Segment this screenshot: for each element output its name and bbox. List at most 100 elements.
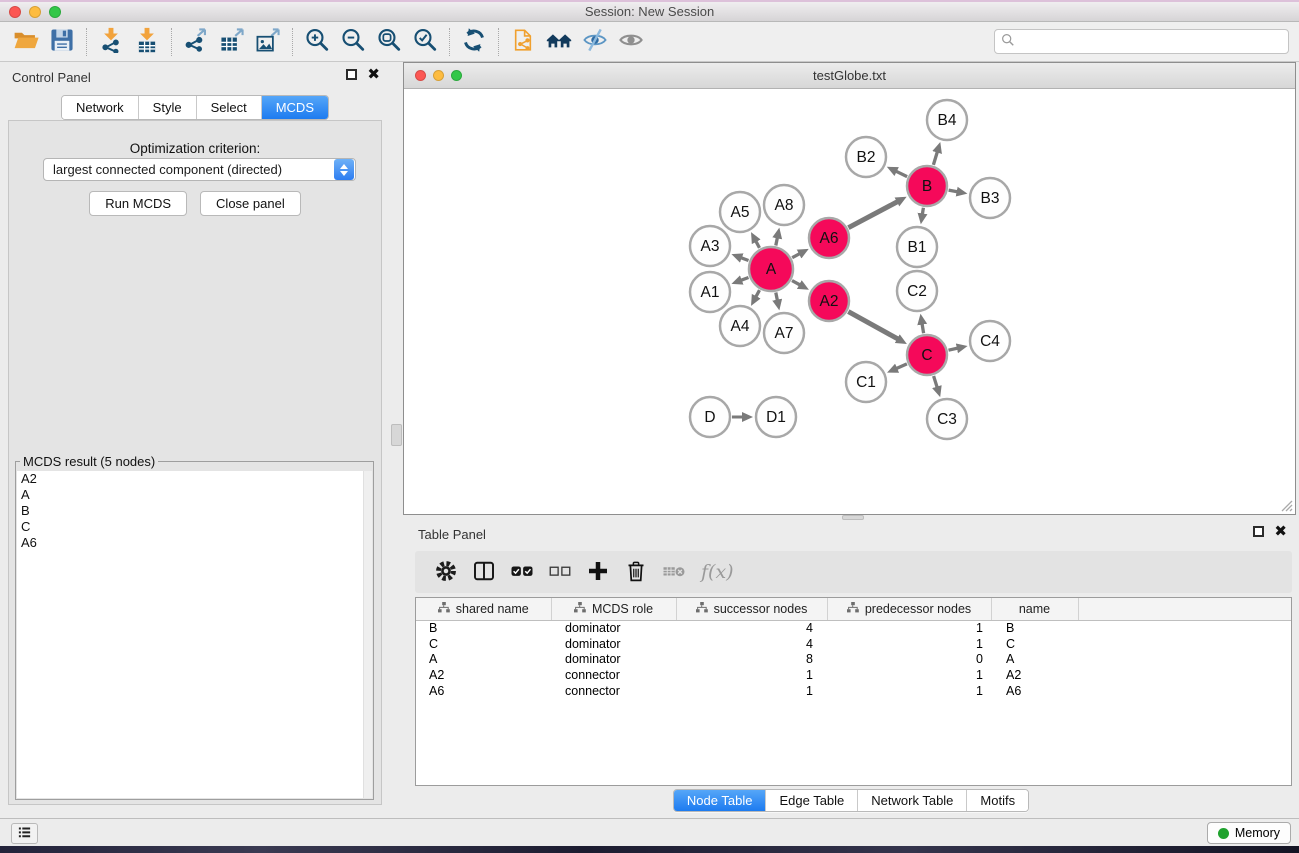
- function-builder-button[interactable]: f(x): [701, 561, 734, 583]
- deselect-all-button[interactable]: [543, 556, 576, 588]
- table-cell[interactable]: connector: [551, 683, 676, 699]
- add-column-button[interactable]: [581, 556, 614, 588]
- delete-table-button-disabled[interactable]: [657, 556, 690, 588]
- search-box[interactable]: [994, 29, 1289, 54]
- table-settings-button[interactable]: [429, 556, 462, 588]
- graph-edge[interactable]: [792, 281, 801, 286]
- table-cell[interactable]: A2: [416, 667, 551, 683]
- hide-graphics-button[interactable]: [577, 26, 613, 58]
- graph-edge[interactable]: [934, 376, 938, 389]
- table-cell[interactable]: B: [416, 620, 551, 636]
- table-cell[interactable]: dominator: [551, 636, 676, 652]
- float-panel-icon[interactable]: [346, 69, 357, 80]
- table-cell[interactable]: 1: [827, 683, 991, 699]
- resize-grip[interactable]: [1279, 498, 1293, 512]
- graph-edge[interactable]: [740, 257, 749, 260]
- table-cell[interactable]: 1: [827, 667, 991, 683]
- table-cell[interactable]: C: [416, 636, 551, 652]
- table-row[interactable]: Bdominator41B: [416, 620, 1291, 636]
- table-cell[interactable]: B: [991, 620, 1078, 636]
- float-table-panel-icon[interactable]: [1253, 526, 1264, 537]
- graph-edge[interactable]: [949, 190, 959, 192]
- table-cell[interactable]: 1: [827, 620, 991, 636]
- network-canvas[interactable]: B4B2BB3B1A5A8A6A3AA1A2C2A4A7CC4C1C3DD1: [404, 89, 1295, 514]
- tab-mcds[interactable]: MCDS: [262, 96, 328, 119]
- zoom-fit-button[interactable]: [371, 26, 407, 58]
- import-table-button[interactable]: [129, 26, 165, 58]
- table-row[interactable]: Adominator80A: [416, 651, 1291, 667]
- table-row[interactable]: A2connector11A2: [416, 667, 1291, 683]
- export-image-button[interactable]: [250, 26, 286, 58]
- graph-edge[interactable]: [922, 323, 924, 334]
- refresh-button[interactable]: [456, 26, 492, 58]
- tab-network[interactable]: Network: [62, 96, 139, 119]
- select-all-button[interactable]: [505, 556, 538, 588]
- table-cell[interactable]: A6: [416, 683, 551, 699]
- network-from-selection-button[interactable]: [505, 26, 541, 58]
- zoom-out-button[interactable]: [335, 26, 371, 58]
- column-header-shared-name[interactable]: shared name: [416, 598, 551, 620]
- table-cell[interactable]: 4: [676, 636, 827, 652]
- delete-column-button[interactable]: [619, 556, 652, 588]
- export-network-button[interactable]: [178, 26, 214, 58]
- table-cell[interactable]: 8: [676, 651, 827, 667]
- show-graphics-button[interactable]: [613, 26, 649, 58]
- zoom-selected-button[interactable]: [407, 26, 443, 58]
- tab-edge-table[interactable]: Edge Table: [766, 790, 858, 811]
- memory-button[interactable]: Memory: [1207, 822, 1291, 844]
- table-cell[interactable]: 1: [827, 636, 991, 652]
- mcds-result-item[interactable]: A2: [17, 471, 372, 487]
- column-header-successor-nodes[interactable]: successor nodes: [676, 598, 827, 620]
- table-cell[interactable]: dominator: [551, 651, 676, 667]
- run-mcds-button[interactable]: Run MCDS: [89, 191, 187, 216]
- column-header-name[interactable]: name: [991, 598, 1078, 620]
- graph-edge[interactable]: [949, 348, 959, 350]
- table-cell[interactable]: C: [991, 636, 1078, 652]
- graph-edge[interactable]: [848, 201, 898, 228]
- mcds-result-item[interactable]: C: [17, 519, 372, 535]
- network-window-titlebar[interactable]: testGlobe.txt: [404, 63, 1295, 89]
- zoom-in-button[interactable]: [299, 26, 335, 58]
- mcds-result-item[interactable]: B: [17, 503, 372, 519]
- search-input[interactable]: [1019, 32, 1288, 52]
- graph-edge[interactable]: [895, 171, 907, 177]
- graph-edge[interactable]: [933, 151, 937, 165]
- horizontal-splitter-handle[interactable]: [842, 515, 864, 520]
- tab-select[interactable]: Select: [197, 96, 262, 119]
- table-cell[interactable]: 1: [676, 667, 827, 683]
- table-cell[interactable]: 0: [827, 651, 991, 667]
- column-header-predecessor-nodes[interactable]: predecessor nodes: [827, 598, 991, 620]
- table-row[interactable]: Cdominator41C: [416, 636, 1291, 652]
- close-panel-icon[interactable]: ✖: [367, 69, 380, 80]
- result-list-scrollbar[interactable]: [363, 471, 372, 798]
- tab-motifs[interactable]: Motifs: [967, 790, 1028, 811]
- graph-edge[interactable]: [922, 208, 923, 216]
- graph-edge[interactable]: [755, 290, 759, 298]
- table-cell[interactable]: connector: [551, 667, 676, 683]
- column-header-mcds-role[interactable]: MCDS role: [551, 598, 676, 620]
- save-session-button[interactable]: [44, 26, 80, 58]
- open-session-button[interactable]: [8, 26, 44, 58]
- homes-button[interactable]: [541, 26, 577, 58]
- import-network-button[interactable]: [93, 26, 129, 58]
- mcds-result-list[interactable]: A2ABCA6: [17, 471, 372, 798]
- graph-edge[interactable]: [740, 278, 749, 281]
- tab-node-table[interactable]: Node Table: [674, 790, 767, 811]
- table-cell[interactable]: dominator: [551, 620, 676, 636]
- graph-edge[interactable]: [776, 293, 778, 302]
- graph-edge[interactable]: [895, 364, 907, 369]
- table-cell[interactable]: 1: [676, 683, 827, 699]
- close-table-panel-icon[interactable]: ✖: [1274, 526, 1287, 537]
- graph-edge[interactable]: [755, 240, 759, 248]
- table-cell[interactable]: A: [991, 651, 1078, 667]
- table-row[interactable]: A6connector11A6: [416, 683, 1291, 699]
- close-panel-button[interactable]: Close panel: [200, 191, 301, 216]
- column-view-button[interactable]: [467, 556, 500, 588]
- graph-edge[interactable]: [792, 253, 801, 258]
- tab-network-table[interactable]: Network Table: [858, 790, 967, 811]
- task-history-button[interactable]: [11, 823, 38, 844]
- graph-edge[interactable]: [776, 236, 778, 245]
- table-cell[interactable]: A6: [991, 683, 1078, 699]
- table-cell[interactable]: A2: [991, 667, 1078, 683]
- mcds-result-item[interactable]: A: [17, 487, 372, 503]
